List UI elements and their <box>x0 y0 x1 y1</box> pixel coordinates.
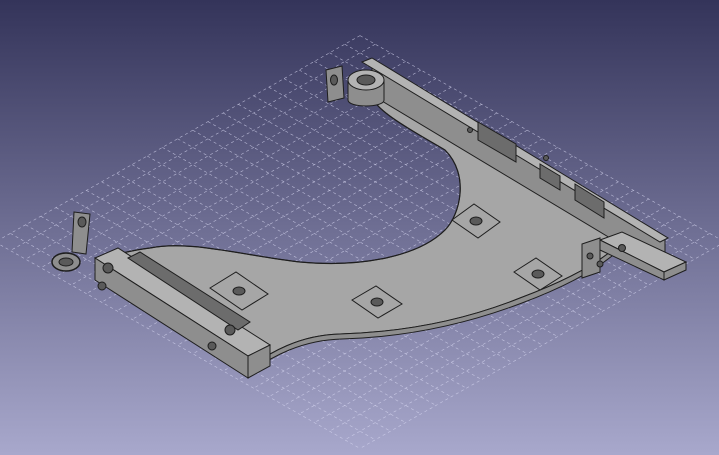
3d-viewport[interactable] <box>0 0 719 455</box>
rail-hole-2[interactable] <box>543 155 549 161</box>
rail-screw-1[interactable] <box>102 262 114 274</box>
viewport-canvas[interactable] <box>0 0 719 455</box>
left-lug-hole[interactable] <box>77 216 87 228</box>
right-bracket-hole-3[interactable] <box>596 260 604 268</box>
mounting-hole-3[interactable] <box>232 286 246 296</box>
rail-screw-4[interactable] <box>97 281 107 291</box>
back-lug-hole[interactable] <box>330 74 338 86</box>
rail-hole-1[interactable] <box>467 127 473 133</box>
mounting-hole-2[interactable] <box>531 269 545 279</box>
left-ring-hole[interactable] <box>58 257 74 267</box>
right-bracket-hole-1[interactable] <box>586 252 594 260</box>
right-bracket-hole-2[interactable] <box>618 244 626 252</box>
rail-screw-2[interactable] <box>224 324 236 336</box>
mounting-hole-1[interactable] <box>469 216 483 226</box>
boss-hole[interactable] <box>356 74 376 86</box>
rail-screw-3[interactable] <box>207 341 217 351</box>
mounting-hole-4[interactable] <box>370 297 384 307</box>
